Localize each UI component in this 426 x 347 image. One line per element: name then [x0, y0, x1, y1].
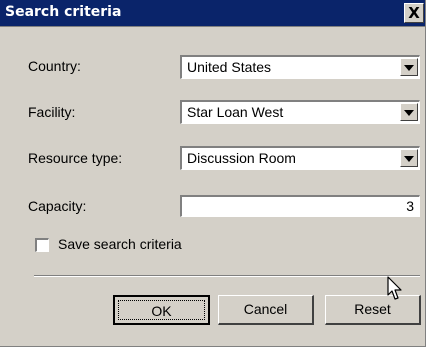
facility-dropdown-button[interactable]	[400, 103, 418, 121]
reset-button-label: Reset	[354, 301, 391, 317]
resource-type-value: Discussion Room	[187, 150, 296, 166]
country-dropdown-button[interactable]	[400, 58, 418, 76]
divider	[34, 275, 420, 277]
mouse-pointer-icon	[387, 276, 402, 300]
ok-button-label: OK	[118, 300, 205, 320]
save-criteria-label[interactable]: Save search criteria	[58, 236, 182, 252]
facility-select[interactable]: Star Loan West	[180, 100, 420, 124]
cancel-button[interactable]: Cancel	[218, 295, 314, 325]
cancel-button-label: Cancel	[243, 301, 288, 317]
country-label: Country:	[28, 58, 81, 74]
facility-label: Facility:	[28, 104, 76, 120]
save-criteria-checkbox[interactable]	[35, 238, 49, 252]
dialog-title: Search criteria	[5, 4, 122, 20]
title-bar[interactable]: Search criteria X	[0, 0, 425, 27]
facility-value: Star Loan West	[187, 104, 284, 120]
capacity-label: Capacity:	[28, 198, 87, 214]
resource-type-select[interactable]: Discussion Room	[180, 146, 420, 170]
capacity-input[interactable]: 3	[180, 195, 420, 217]
resource-type-label: Resource type:	[28, 150, 123, 166]
capacity-value: 3	[406, 198, 414, 214]
reset-button[interactable]: Reset	[325, 295, 421, 325]
chevron-down-icon	[404, 65, 414, 71]
chevron-down-icon	[404, 156, 414, 162]
country-select[interactable]: United States	[180, 55, 420, 79]
resource-type-dropdown-button[interactable]	[400, 149, 418, 167]
close-icon: X	[408, 4, 420, 22]
country-value: United States	[187, 59, 272, 75]
ok-button[interactable]: OK	[113, 295, 210, 325]
close-button[interactable]: X	[404, 3, 424, 23]
search-criteria-dialog: Search criteria X Country: United States…	[0, 0, 426, 347]
chevron-down-icon	[404, 110, 414, 116]
